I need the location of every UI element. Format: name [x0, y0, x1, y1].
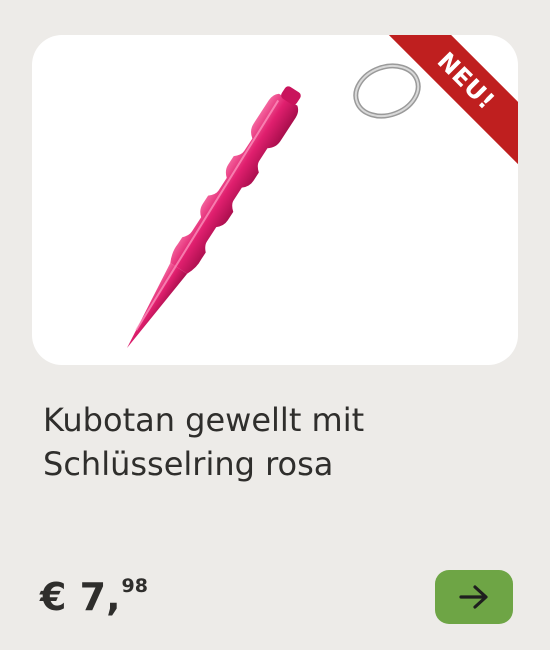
product-title-line-2: Schlüsselring rosa [43, 445, 334, 483]
go-to-product-button[interactable] [435, 570, 513, 624]
price-cents: 98 [121, 575, 148, 597]
arrow-right-icon [459, 585, 488, 609]
product-title[interactable]: Kubotan gewellt mit Schlüsselring rosa [43, 398, 513, 486]
product-image-card[interactable]: NEU! [32, 35, 518, 365]
product-title-line-1: Kubotan gewellt mit [43, 401, 365, 439]
product-price: € 7,98 [40, 572, 148, 622]
price-main: € 7, [40, 575, 121, 619]
